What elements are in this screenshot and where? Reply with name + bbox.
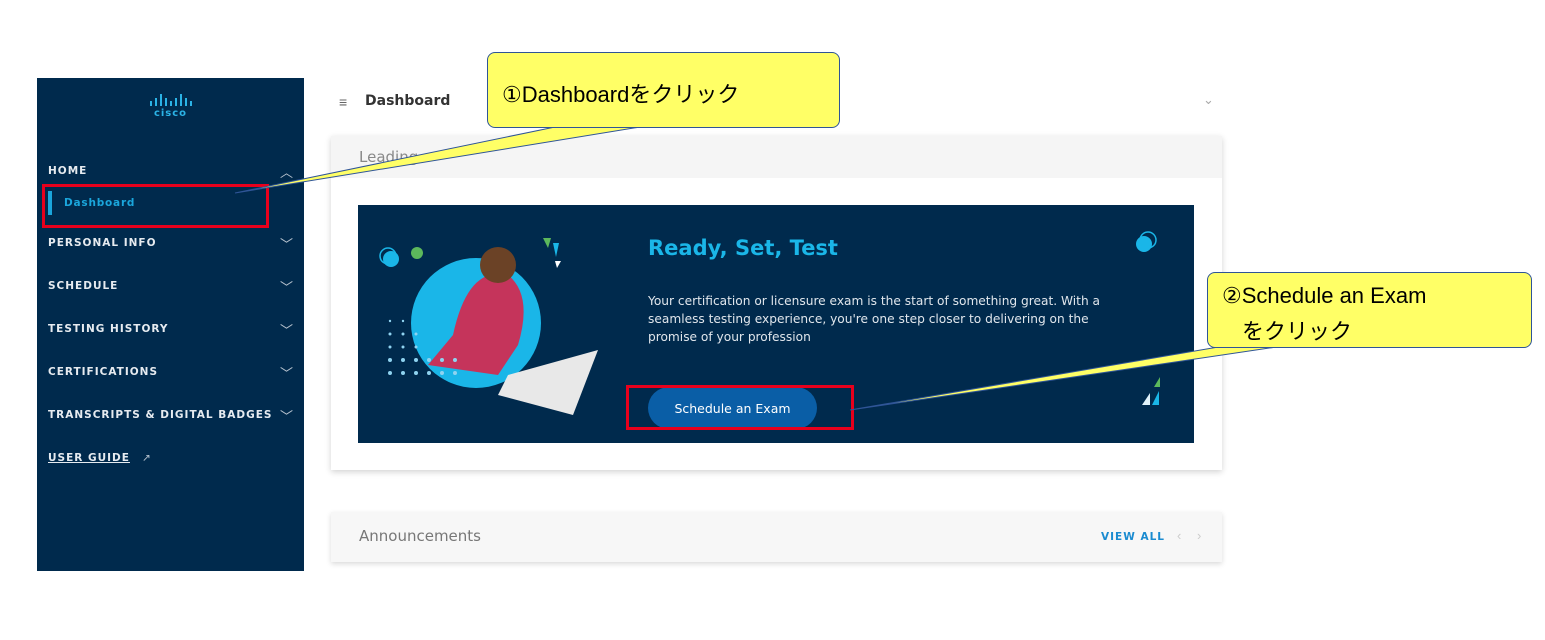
- highlight-box-schedule: [626, 385, 854, 430]
- sidebar: cisco HOME ︿ Dashboard PERSONAL INFO ﹀ SCH…: [37, 78, 304, 571]
- nav-schedule[interactable]: SCHEDULE ﹀: [48, 280, 294, 296]
- menu-icon[interactable]: ≡: [339, 94, 347, 110]
- callout-step-2: ②Schedule an Exam をクリック: [1207, 272, 1532, 348]
- chevron-down-icon: ﹀: [279, 324, 294, 339]
- view-all-link[interactable]: VIEW ALL: [1101, 531, 1165, 543]
- cisco-logo: cisco: [37, 94, 304, 119]
- chevron-right-icon[interactable]: ›: [1197, 528, 1201, 543]
- page-title: Dashboard: [365, 93, 451, 109]
- chevron-left-icon[interactable]: ‹: [1177, 528, 1181, 543]
- nav-transcripts[interactable]: TRANSCRIPTS & DIGITAL BADGES ﹀: [48, 409, 294, 425]
- nav-personal-info[interactable]: PERSONAL INFO ﹀: [48, 237, 294, 253]
- banner-text: Your certification or licensure exam is …: [648, 294, 1101, 344]
- callout-step-1: ①Dashboardをクリック: [487, 52, 840, 128]
- external-link-icon: ↗: [141, 452, 152, 464]
- chevron-down-icon: ﹀: [279, 238, 294, 253]
- banner-decor: [1136, 231, 1160, 405]
- banner-title: Ready, Set, Test: [648, 236, 838, 260]
- chevron-down-icon: ﹀: [279, 281, 294, 296]
- card-title: Leading: [359, 148, 419, 166]
- highlight-box-dashboard: [42, 184, 269, 228]
- announcements-card: Announcements VIEW ALL ‹ ›: [331, 512, 1222, 562]
- chevron-down-icon: ﹀: [279, 410, 294, 425]
- nav-certifications[interactable]: CERTIFICATIONS ﹀: [48, 366, 294, 382]
- chevron-up-icon: ︿: [279, 166, 294, 181]
- nav-testing-history[interactable]: TESTING HISTORY ﹀: [48, 323, 294, 339]
- nav-home[interactable]: HOME ︿: [48, 165, 294, 181]
- nav-user-guide[interactable]: USER GUIDE ↗: [48, 452, 294, 464]
- chevron-down-icon[interactable]: ⌄: [1203, 92, 1214, 108]
- banner-illustration: [379, 238, 598, 415]
- chevron-down-icon: ﹀: [279, 367, 294, 382]
